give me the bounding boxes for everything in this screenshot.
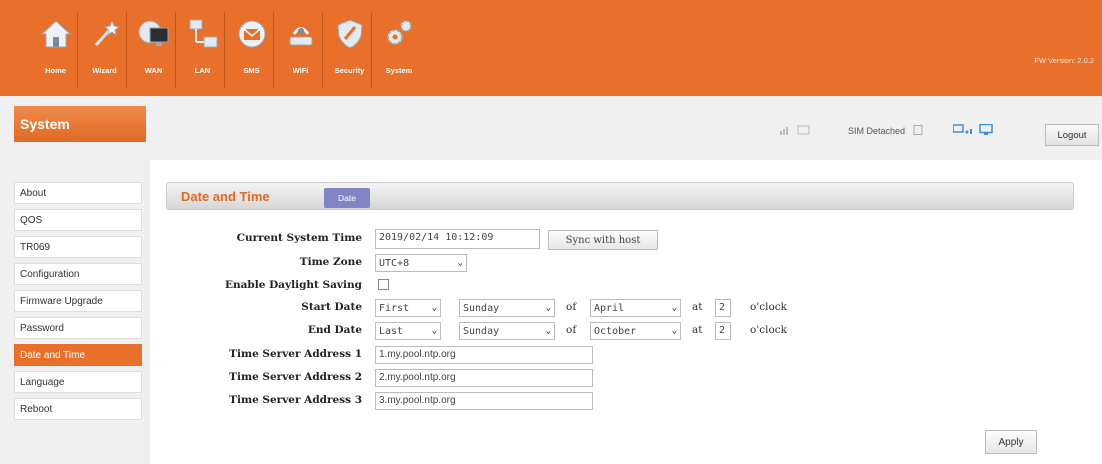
chevron-down-icon: ⌄ <box>431 326 437 336</box>
time-server-3-label: Time Server Address 3 <box>229 394 362 406</box>
chevron-down-icon: ⌄ <box>457 258 463 268</box>
security-icon <box>332 14 368 54</box>
sidebar-item-password[interactable]: Password <box>14 317 142 339</box>
nav-home-label: Home <box>45 66 66 75</box>
main-panel: Date and Time Date Current System Time 2… <box>150 160 1102 464</box>
start-week-value: First <box>379 302 410 314</box>
start-week-select[interactable]: First ⌄ <box>375 299 441 317</box>
sim-icon <box>913 125 923 137</box>
top-navigation-bar: Home Wizard WAN LAN SMS WiFi Security Sy… <box>0 0 1102 96</box>
section-title: System <box>14 106 146 142</box>
start-at-text: at <box>692 301 703 313</box>
sync-with-host-button[interactable]: Sync with host <box>548 230 658 250</box>
nav-system[interactable]: System <box>377 12 421 88</box>
current-time-field[interactable]: 2019/02/14 10:12:09 <box>375 229 540 249</box>
panel-title: Date and Time <box>181 189 270 204</box>
end-oclock-text: o'clock <box>750 324 788 336</box>
lan-icon <box>185 14 221 54</box>
sidebar-item-configuration[interactable]: Configuration <box>14 263 142 285</box>
start-oclock-text: o'clock <box>750 301 788 313</box>
nav-wizard-label: Wizard <box>92 66 117 75</box>
nav-sms-label: SMS <box>243 66 260 75</box>
computer-icon <box>979 123 993 138</box>
start-month-select[interactable]: April ⌄ <box>590 299 681 317</box>
time-server-1-label: Time Server Address 1 <box>229 348 362 360</box>
wan-icon <box>136 14 172 54</box>
system-icon <box>381 14 417 54</box>
sim-status: SIM Detached <box>848 126 906 136</box>
end-month-value: October <box>594 325 637 337</box>
end-month-select[interactable]: October ⌄ <box>590 322 681 340</box>
sms-icon <box>234 14 270 54</box>
start-date-label: Start Date <box>301 301 362 313</box>
timezone-select[interactable]: UTC+8 ⌄ <box>375 254 467 272</box>
start-hour-input[interactable]: 2 <box>715 299 731 317</box>
nav-wifi-label: WiFi <box>292 66 309 75</box>
end-week-value: Last <box>379 325 404 337</box>
nav-sms[interactable]: SMS <box>230 12 274 88</box>
wifi-status-icon <box>952 124 975 138</box>
sidebar-item-language[interactable]: Language <box>14 371 142 393</box>
nav-security-label: Security <box>334 66 365 75</box>
timezone-label: Time Zone <box>299 256 362 268</box>
signal-icon <box>780 125 810 137</box>
start-month-value: April <box>594 302 625 314</box>
panel-header: Date and Time Date <box>166 182 1074 210</box>
nav-wan[interactable]: WAN <box>132 12 176 88</box>
chevron-down-icon: ⌄ <box>431 303 437 313</box>
nav-wizard[interactable]: Wizard <box>83 12 127 88</box>
end-day-value: Sunday <box>463 325 500 337</box>
sidebar-item-date-and-time[interactable]: Date and Time <box>14 344 142 366</box>
current-time-label: Current System Time <box>236 232 362 244</box>
end-of-text: of <box>566 324 577 336</box>
nav-lan[interactable]: LAN <box>181 12 225 88</box>
time-server-3-input[interactable]: 3.my.pool.ntp.org <box>375 392 593 410</box>
chevron-down-icon: ⌄ <box>545 326 551 336</box>
nav-lan-label: LAN <box>194 66 211 75</box>
sidebar-item-tr069[interactable]: TR069 <box>14 236 142 258</box>
start-day-select[interactable]: Sunday ⌄ <box>459 299 555 317</box>
logout-button[interactable]: Logout <box>1045 124 1099 146</box>
sidebar: About QOS TR069 Configuration Firmware U… <box>14 182 142 425</box>
end-week-select[interactable]: Last ⌄ <box>375 322 441 340</box>
end-day-select[interactable]: Sunday ⌄ <box>459 322 555 340</box>
chevron-down-icon: ⌄ <box>671 326 677 336</box>
nav-home[interactable]: Home <box>34 12 78 88</box>
nav-wifi[interactable]: WiFi <box>279 12 323 88</box>
sidebar-item-firmware-upgrade[interactable]: Firmware Upgrade <box>14 290 142 312</box>
start-day-value: Sunday <box>463 302 500 314</box>
sidebar-item-about[interactable]: About <box>14 182 142 204</box>
dst-label: Enable Daylight Saving <box>224 279 362 291</box>
wizard-icon <box>87 14 123 54</box>
nav-wan-label: WAN <box>144 66 163 75</box>
main-nav: Home Wizard WAN LAN SMS WiFi Security Sy… <box>34 12 426 88</box>
dst-checkbox[interactable] <box>378 279 389 290</box>
wifi-icon <box>283 14 319 54</box>
apply-button[interactable]: Apply <box>985 430 1037 454</box>
status-bar: SIM Detached <box>780 123 993 138</box>
time-server-1-input[interactable]: 1.my.pool.ntp.org <box>375 346 593 364</box>
firmware-version: FW Version: 2.0.2 <box>1034 56 1094 65</box>
chevron-down-icon: ⌄ <box>671 303 677 313</box>
nav-system-label: System <box>385 66 413 75</box>
sidebar-item-reboot[interactable]: Reboot <box>14 398 142 420</box>
tab-date[interactable]: Date <box>324 188 370 208</box>
end-at-text: at <box>692 324 703 336</box>
end-hour-input[interactable]: 2 <box>715 322 731 340</box>
end-date-label: End Date <box>307 324 362 336</box>
sidebar-item-qos[interactable]: QOS <box>14 209 142 231</box>
start-of-text: of <box>566 301 577 313</box>
nav-security[interactable]: Security <box>328 12 372 88</box>
chevron-down-icon: ⌄ <box>545 303 551 313</box>
time-server-2-label: Time Server Address 2 <box>229 371 362 383</box>
time-server-2-input[interactable]: 2.my.pool.ntp.org <box>375 369 593 387</box>
timezone-value: UTC+8 <box>379 257 410 269</box>
home-icon <box>38 14 74 54</box>
